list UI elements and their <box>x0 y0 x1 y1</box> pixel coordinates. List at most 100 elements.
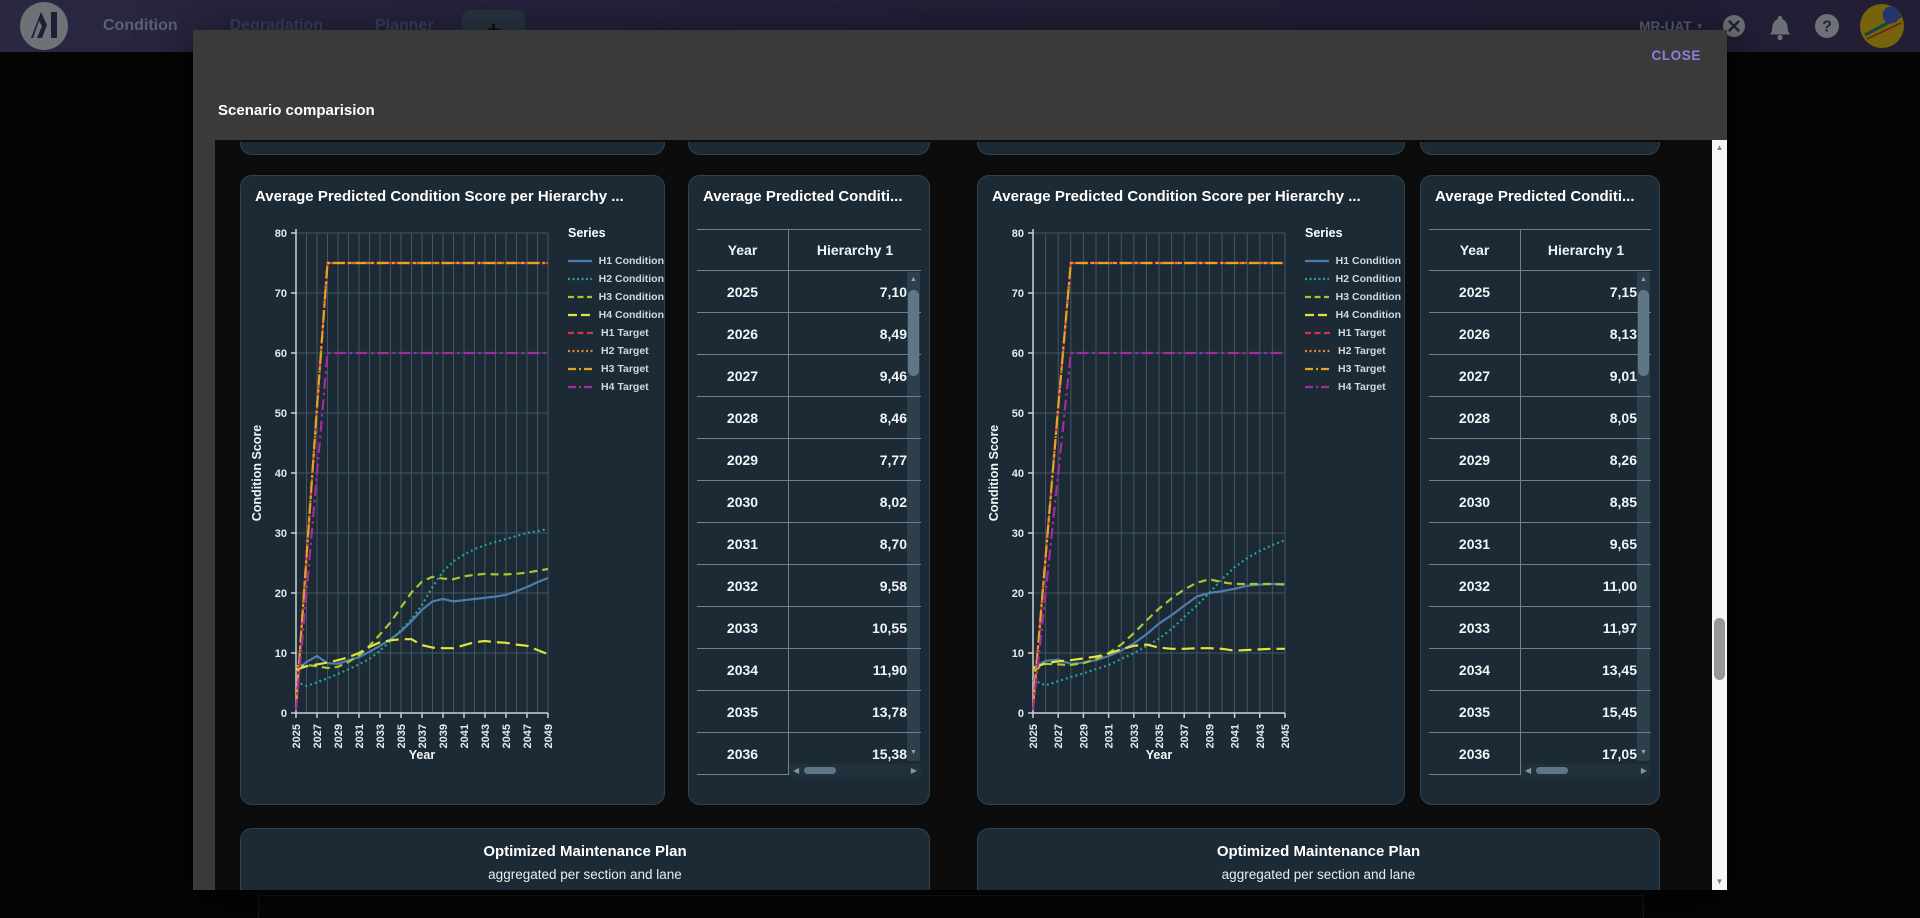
table-row: 2033 11,97 <box>1429 607 1651 649</box>
svg-text:2045: 2045 <box>1280 724 1292 748</box>
close-button[interactable]: CLOSE <box>1651 48 1701 63</box>
table-cell-year: 2033 <box>697 607 789 648</box>
legend-line-sample <box>568 385 594 389</box>
legend-entry-label: H4 Target <box>601 381 649 393</box>
legend-line-sample <box>1305 295 1329 299</box>
table-cell-year: 2027 <box>697 355 789 396</box>
legend-entry[interactable]: H1 Condition <box>568 252 664 270</box>
legend-entry[interactable]: H2 Condition <box>568 270 664 288</box>
table-vertical-scrollbar[interactable]: ▲ ▼ <box>1637 272 1650 761</box>
legend-entry[interactable]: H2 Target <box>1305 342 1401 360</box>
legend-entry[interactable]: H3 Target <box>568 360 664 378</box>
scroll-right-icon[interactable]: ▶ <box>911 766 917 775</box>
scroll-down-icon[interactable]: ▼ <box>1637 749 1650 757</box>
scroll-left-icon[interactable]: ◀ <box>793 766 799 775</box>
plan-title: Optimized Maintenance Plan <box>1216 843 1421 860</box>
plan-subtitle: aggregated per section and lane <box>1221 867 1416 882</box>
svg-text:2033: 2033 <box>375 724 387 748</box>
svg-text:2031: 2031 <box>1104 724 1116 748</box>
table-cell-value: 7,77 <box>879 451 907 468</box>
table-cell-value: 11,90 <box>872 661 907 678</box>
scroll-right-icon[interactable]: ▶ <box>1641 766 1647 775</box>
modal-vertical-scrollbar[interactable]: ▲ ▼ <box>1712 140 1727 890</box>
svg-text:2043: 2043 <box>480 724 492 748</box>
svg-text:2031: 2031 <box>354 724 366 748</box>
legend-entry[interactable]: H3 Condition <box>1305 288 1401 306</box>
column-header-year[interactable]: Year <box>697 230 789 270</box>
legend-entry[interactable]: H4 Condition <box>568 306 664 324</box>
card-partial <box>977 142 1405 155</box>
table-cell-year: 2025 <box>697 271 789 312</box>
legend-entry[interactable]: H2 Condition <box>1305 270 1401 288</box>
table-cell-year: 2025 <box>1429 271 1521 312</box>
scroll-down-icon[interactable]: ▼ <box>1712 878 1727 886</box>
legend-entry[interactable]: H4 Target <box>568 378 664 396</box>
scrollbar-thumb[interactable] <box>1714 618 1725 680</box>
column-header-hierarchy[interactable]: Hierarchy 1 <box>1521 230 1651 270</box>
legend-entry[interactable]: H3 Condition <box>568 288 664 306</box>
table-row: 2031 9,65 <box>1429 523 1651 565</box>
legend-entry-label: H2 Target <box>1338 345 1386 357</box>
table-cell-year: 2030 <box>1429 481 1521 522</box>
modal-title: Scenario comparision <box>218 102 375 119</box>
table-cell-year: 2036 <box>1429 733 1521 774</box>
column-header-hierarchy[interactable]: Hierarchy 1 <box>789 230 921 270</box>
svg-text:2049: 2049 <box>543 724 555 748</box>
card-partial <box>688 142 930 155</box>
svg-text:2025: 2025 <box>1028 724 1040 748</box>
svg-text:80: 80 <box>275 228 287 240</box>
table-vertical-scrollbar[interactable]: ▲ ▼ <box>907 272 920 761</box>
table-horizontal-scrollbar[interactable]: ◀ ▶ <box>789 764 921 777</box>
table-cell-year: 2026 <box>1429 313 1521 354</box>
svg-text:2027: 2027 <box>1053 724 1065 748</box>
table-horizontal-scrollbar[interactable]: ◀ ▶ <box>1521 764 1651 777</box>
svg-text:40: 40 <box>275 468 287 480</box>
scroll-up-icon[interactable]: ▲ <box>1712 144 1727 152</box>
plan-card-scenario-2: Optimized Maintenance Plan aggregated pe… <box>977 828 1660 890</box>
legend-line-sample <box>568 295 592 299</box>
legend-line-sample <box>568 331 594 335</box>
x-axis-label: Year <box>409 748 436 762</box>
legend-entry[interactable]: H1 Target <box>568 324 664 342</box>
legend-entry[interactable]: H2 Target <box>568 342 664 360</box>
scroll-up-icon[interactable]: ▲ <box>1637 276 1650 284</box>
legend-line-sample <box>1305 367 1331 371</box>
table-header-row: Year Hierarchy 1 <box>697 229 921 271</box>
legend-line-sample <box>568 313 592 317</box>
table-row: 2027 9,01 <box>1429 355 1651 397</box>
svg-text:20: 20 <box>275 588 287 600</box>
table-row: 2026 8,49 <box>697 313 921 355</box>
table-row: 2031 8,70 <box>697 523 921 565</box>
svg-text:2027: 2027 <box>312 724 324 748</box>
scrollbar-thumb[interactable] <box>908 290 919 376</box>
table-cell-year: 2033 <box>1429 607 1521 648</box>
scrollbar-thumb[interactable] <box>1536 767 1568 774</box>
scenario-comparison-modal: CLOSE Scenario comparision Average Predi… <box>193 30 1727 890</box>
svg-text:70: 70 <box>1012 288 1024 300</box>
legend-entry[interactable]: H1 Condition <box>1305 252 1401 270</box>
svg-text:2029: 2029 <box>333 724 345 748</box>
legend-entry[interactable]: H1 Target <box>1305 324 1401 342</box>
legend-entry[interactable]: H4 Condition <box>1305 306 1401 324</box>
svg-text:60: 60 <box>275 348 287 360</box>
table-row: 2033 10,55 <box>697 607 921 649</box>
scrollbar-thumb[interactable] <box>804 767 836 774</box>
table-cell-year: 2035 <box>1429 691 1521 732</box>
table-cell-value: 8,49 <box>879 325 907 342</box>
svg-text:2033: 2033 <box>1129 724 1141 748</box>
scroll-up-icon[interactable]: ▲ <box>907 276 920 284</box>
svg-text:2029: 2029 <box>1078 724 1090 748</box>
legend-entry[interactable]: H3 Target <box>1305 360 1401 378</box>
legend-line-sample <box>1305 313 1329 317</box>
legend-entry-label: H4 Target <box>1338 381 1386 393</box>
legend-entry[interactable]: H4 Target <box>1305 378 1401 396</box>
svg-text:0: 0 <box>1018 708 1024 720</box>
table-cell-year: 2028 <box>697 397 789 438</box>
svg-text:20: 20 <box>1012 588 1024 600</box>
column-header-year[interactable]: Year <box>1429 230 1521 270</box>
legend-title: Series <box>1305 226 1343 240</box>
scrollbar-thumb[interactable] <box>1638 290 1649 376</box>
table-row: 2030 8,02 <box>697 481 921 523</box>
scroll-down-icon[interactable]: ▼ <box>907 749 920 757</box>
scroll-left-icon[interactable]: ◀ <box>1525 766 1531 775</box>
